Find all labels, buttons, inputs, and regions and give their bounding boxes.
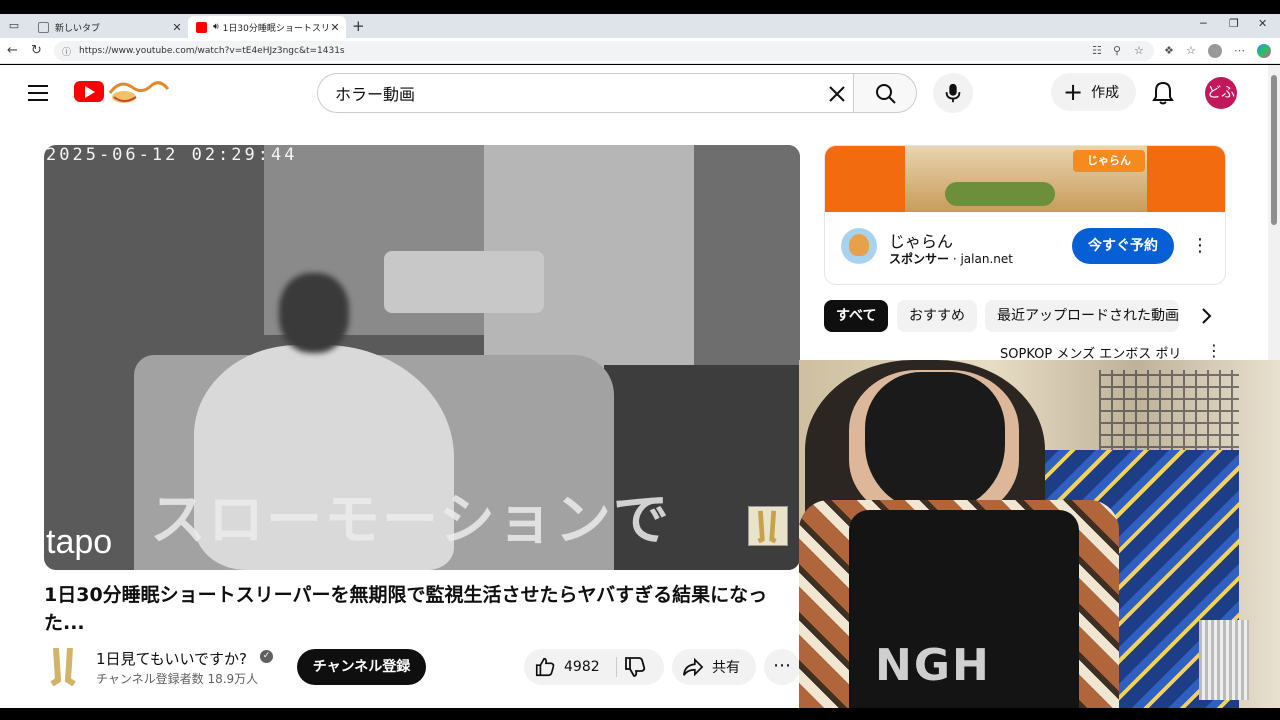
video-caption: スローモーションで [150, 487, 671, 553]
screen-top-bezel [0, 0, 1280, 14]
ad-sponsor-line: スポンサー · jalan.net [889, 252, 1013, 266]
favorites-bar-icon[interactable]: ☆ [1186, 44, 1196, 57]
scrollbar-thumb[interactable] [1271, 75, 1277, 225]
search-input[interactable]: ホラー動画 [317, 73, 854, 113]
favorite-icon[interactable]: ☆ [1134, 44, 1144, 57]
channel-avatar[interactable] [44, 646, 82, 687]
webcam-wire-rack [1099, 370, 1239, 460]
youtube-favicon-icon [196, 21, 207, 33]
create-button[interactable]: + 作成 [1051, 73, 1136, 111]
like-button[interactable]: 4982 [524, 649, 616, 685]
ad-menu-icon[interactable]: ⋮ [1191, 236, 1209, 256]
legs-icon [50, 647, 76, 687]
address-bar[interactable]: ⓘ https://www.youtube.com/watch?v=tE4eHJ… [54, 41, 1154, 61]
clear-search-icon[interactable] [826, 83, 848, 105]
legs-icon [757, 510, 777, 544]
chevron-right-icon[interactable] [1194, 304, 1218, 328]
tab-title: 新しいタブ [55, 23, 101, 34]
minimize-icon[interactable]: ─ [1200, 17, 1207, 30]
video-player[interactable]: 2025-06-12 02:29:44 tapo スローモーションで [44, 145, 800, 570]
search-icon [876, 84, 896, 104]
share-label: 共有 [712, 660, 740, 676]
speaker-icon[interactable]: 🔊︎ [213, 22, 219, 32]
browser-toolbar: ← ↻ ⓘ https://www.youtube.com/watch?v=tE… [0, 38, 1280, 64]
advertiser-avatar[interactable] [841, 228, 877, 264]
site-info-icon[interactable]: ⓘ [62, 45, 71, 58]
sponsored-ad-card[interactable]: じゃらん じゃらん スポンサー · jalan.net 今すぐ予約 ⋮ [824, 145, 1226, 285]
channel-name[interactable]: 1日見てもいいですか? [96, 648, 247, 669]
chip-recommended[interactable]: おすすめ [897, 300, 977, 332]
close-window-icon[interactable]: ✕ [1258, 17, 1267, 30]
chip-recently-uploaded[interactable]: 最近アップロードされた動画 [985, 300, 1179, 332]
tab-title: 1日30分睡眠ショートスリーパーを [222, 23, 328, 34]
video-title: 1日30分睡眠ショートスリーパーを無期限で監視生活させたらヤバすぎる結果になった… [44, 584, 768, 634]
zoom-icon[interactable]: ⚲ [1113, 44, 1121, 57]
page-icon [38, 21, 49, 33]
youtube-logo[interactable] [74, 81, 104, 102]
menu-icon[interactable] [28, 85, 48, 101]
browser-tab-strip: ▭ 新しいタブ ✕ 🔊︎ 1日30分睡眠ショートスリーパーを ✕ + ─ ❐ ✕ [0, 14, 1280, 38]
advertiser-name[interactable]: じゃらん [889, 228, 953, 252]
search-query-text: ホラー動画 [335, 85, 416, 104]
share-button[interactable]: 共有 [672, 649, 756, 685]
tab-actions-icon[interactable]: ▭ [6, 18, 22, 34]
sponsor-label: スポンサー [889, 252, 950, 266]
ad-food-plate [945, 182, 1055, 206]
voice-search-button[interactable] [933, 73, 973, 113]
channel-watermark-icon[interactable] [748, 506, 788, 546]
filter-chips: すべて おすすめ 最近アップロードされた動画 [824, 300, 1226, 332]
search-button[interactable] [853, 73, 917, 113]
plus-icon: + [1063, 78, 1084, 106]
create-label: 作成 [1091, 85, 1120, 101]
like-dislike-group: 4982 [524, 649, 664, 685]
account-avatar[interactable]: どふ [1205, 77, 1237, 109]
extensions-icon[interactable]: ❖ [1164, 44, 1174, 57]
notifications-bell-icon[interactable] [1151, 80, 1175, 106]
divider [616, 657, 617, 677]
back-icon[interactable]: ← [7, 43, 18, 58]
verified-icon: ✓ [260, 650, 273, 663]
url-text: https://www.youtube.com/watch?v=tE4eHJz3… [79, 46, 345, 56]
camera-timestamp: 2025-06-12 02:29:44 [46, 145, 298, 165]
copilot-icon[interactable] [1257, 44, 1271, 58]
video-headboard-device [384, 251, 544, 313]
webcam-heater [1199, 620, 1249, 700]
ad-banner-sign: じゃらん [1073, 150, 1145, 172]
webcam-shirt-text: NGH [875, 640, 991, 691]
ad-banner-image[interactable]: じゃらん [825, 146, 1225, 212]
reload-icon[interactable]: ↻ [31, 43, 42, 58]
thumbs-down-icon[interactable] [622, 655, 648, 679]
chip-all[interactable]: すべて [824, 300, 889, 332]
cat-icon [849, 234, 869, 256]
close-icon[interactable]: ✕ [170, 21, 184, 34]
subscribe-button[interactable]: チャンネル登録 [297, 649, 426, 685]
ad-cta-button[interactable]: 今すぐ予約 [1072, 228, 1174, 264]
microphone-icon [945, 83, 961, 103]
close-icon[interactable]: ✕ [328, 21, 342, 34]
screen-bottom-bezel [0, 708, 1280, 720]
ad-domain: jalan.net [960, 252, 1013, 266]
webcam-face-mask [865, 372, 1005, 512]
share-icon [683, 657, 704, 677]
profile-icon[interactable] [1208, 44, 1222, 58]
webcam-overlay: NGH [799, 360, 1280, 708]
thumbs-up-icon [535, 657, 555, 677]
like-count: 4982 [564, 659, 600, 675]
tab-youtube-video[interactable]: 🔊︎ 1日30分睡眠ショートスリーパーを ✕ [188, 16, 346, 38]
new-tab-button[interactable]: + [352, 17, 365, 35]
reader-icon[interactable]: ☷ [1092, 44, 1102, 57]
more-actions-button[interactable]: ⋯ [764, 649, 800, 685]
subscriber-count: チャンネル登録者数 18.9万人 [96, 672, 259, 686]
recommended-menu-icon[interactable]: ⋮ [1206, 341, 1222, 360]
maximize-icon[interactable]: ❐ [1229, 17, 1239, 30]
tab-new-tab[interactable]: 新しいタブ ✕ [30, 16, 188, 38]
youtube-doodle-logo[interactable] [106, 75, 170, 107]
video-person-head [279, 273, 349, 353]
more-icon[interactable]: ⋯ [1234, 44, 1245, 57]
tapo-watermark: tapo [46, 523, 113, 561]
